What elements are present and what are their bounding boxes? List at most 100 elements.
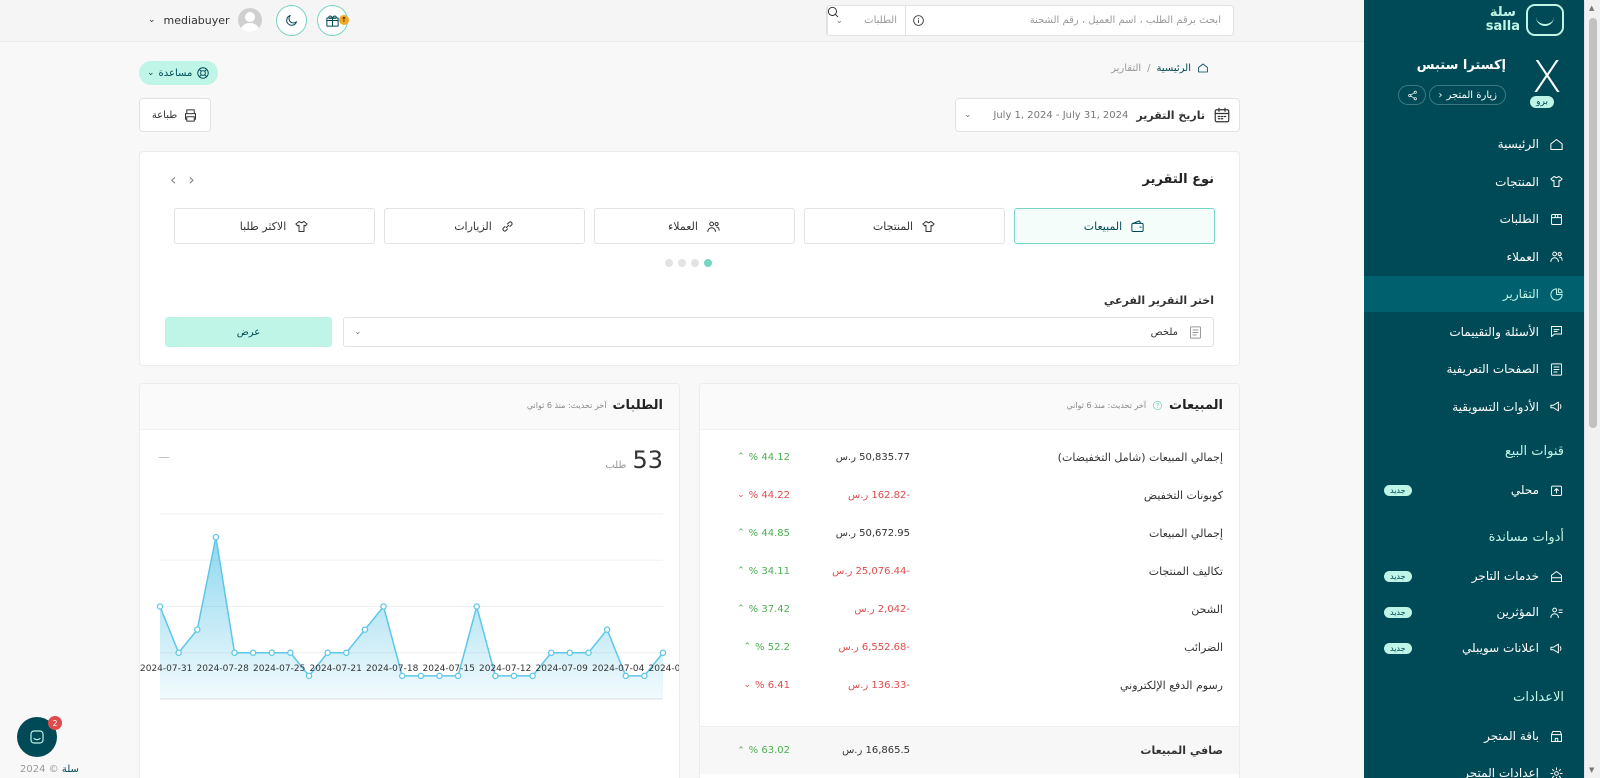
- chart-point[interactable]: [510, 672, 518, 680]
- footer-brand[interactable]: سلة: [62, 764, 79, 775]
- chart-point[interactable]: [603, 626, 611, 633]
- chart-point[interactable]: [361, 626, 369, 633]
- sidebar-item-merchant-services[interactable]: خدمات التاجر جديد: [1364, 558, 1584, 594]
- scroll-up-icon[interactable]: ▲: [1589, 4, 1594, 12]
- chart-point[interactable]: [641, 672, 648, 680]
- scroll-down-icon[interactable]: ▼: [1589, 766, 1594, 774]
- breadcrumb-home[interactable]: الرئيسية: [1157, 63, 1191, 74]
- tab-visits[interactable]: الزيارات: [384, 208, 585, 244]
- tab-products[interactable]: المنتجات: [804, 208, 1005, 244]
- print-button[interactable]: طباعة: [139, 98, 211, 132]
- chart-point[interactable]: [473, 603, 480, 610]
- sidebar-item-users[interactable]: العملاء: [1364, 239, 1584, 275]
- chart-point[interactable]: [305, 672, 313, 680]
- sidebar-item-label: المنتجات: [1495, 174, 1539, 189]
- user-menu[interactable]: ⌄ mediabuyer: [148, 8, 262, 32]
- megaphone-icon: [1549, 399, 1564, 414]
- report-date-picker[interactable]: تاريخ التقرير July 1, 2024 - July 31, 20…: [955, 98, 1240, 132]
- search-input[interactable]: ابحث برقم الطلب ، اسم العميل ، رقم الشحن…: [931, 15, 1233, 26]
- tab-most-ordered[interactable]: الاكثر طلبا: [174, 208, 375, 244]
- chart-point[interactable]: [324, 649, 331, 656]
- chart-point[interactable]: [249, 649, 257, 656]
- sub-report-select[interactable]: ملخص ⌄: [343, 317, 1214, 347]
- chart-x-tick-label: 2024-07-18: [366, 664, 419, 674]
- orders-card-head: الطلبات آخر تحديث: منذ 6 ثواني: [527, 398, 663, 413]
- info-icon[interactable]: [905, 6, 931, 35]
- sidebar-item-shirt[interactable]: المنتجات: [1364, 164, 1584, 200]
- users-icon: [706, 219, 721, 234]
- scrollbar-thumb[interactable]: [1589, 18, 1597, 428]
- sidebar-item-pages[interactable]: الصفحات التعريفية: [1364, 351, 1584, 387]
- help-circle-icon[interactable]: [1152, 400, 1163, 411]
- net-sales-value: 16,865.5 ر.س: [842, 745, 910, 756]
- sidebar-item-pie-chart[interactable]: التقارير: [1364, 276, 1584, 312]
- chart-point[interactable]: [268, 649, 276, 656]
- tab-visits-label: الزيارات: [454, 219, 492, 233]
- chart-point[interactable]: [417, 672, 425, 680]
- chart-x-tick-label: 2024-07-31: [140, 664, 193, 674]
- chart-point[interactable]: [529, 672, 536, 680]
- chart-point[interactable]: [287, 649, 294, 656]
- search-button[interactable]: [826, 5, 840, 19]
- report-type-title: نوع التقرير: [1142, 172, 1215, 187]
- sales-row-name: الشحن: [1191, 602, 1223, 616]
- sidebar-item-label: الأدوات التسويقية: [1452, 399, 1539, 414]
- sidebar-item-ads-megaphone[interactable]: اعلانات سويبلي جديد: [1364, 630, 1584, 666]
- chat-button[interactable]: 2: [17, 716, 62, 757]
- carousel-dot[interactable]: [678, 259, 686, 267]
- dark-mode-button[interactable]: [276, 5, 307, 36]
- sidebar-item-label: التقارير: [1502, 287, 1539, 301]
- page-scrollbar[interactable]: ▲ ▼: [1584, 0, 1600, 778]
- sidebar-item-home[interactable]: الرئيسية: [1364, 126, 1584, 162]
- carousel-dot[interactable]: [665, 259, 673, 267]
- chart-point[interactable]: [566, 649, 574, 656]
- chart-point[interactable]: [156, 603, 164, 610]
- tab-sales[interactable]: المبيعات: [1014, 208, 1215, 244]
- chevron-left-icon[interactable]: ‹: [170, 170, 176, 189]
- sidebar-item-store-plan[interactable]: باقة المتجر: [1364, 718, 1584, 754]
- sidebar-item-settings-gear[interactable]: إعدادات المتجر: [1364, 755, 1584, 778]
- chart-point[interactable]: [194, 626, 201, 633]
- show-report-button[interactable]: عرض: [165, 317, 332, 347]
- search-scope-label: الطلبات: [864, 15, 897, 26]
- sales-row-change: 44.85 % ⌃: [700, 528, 790, 539]
- chart-point[interactable]: [398, 672, 406, 680]
- carousel-dot-active[interactable]: [704, 259, 712, 267]
- chart-point[interactable]: [436, 672, 443, 680]
- chart-point[interactable]: [492, 672, 499, 680]
- gift-button[interactable]: ↑: [317, 5, 349, 36]
- salla-logo[interactable]: سلة salla: [1486, 4, 1564, 36]
- sidebar-item-label: العملاء: [1506, 249, 1539, 264]
- tab-customers[interactable]: العملاء: [594, 208, 795, 244]
- chart-point[interactable]: [454, 672, 462, 680]
- sales-row: إجمالي المبيعات 50,672.95 ر.س 44.85 % ⌃: [700, 514, 1239, 552]
- chart-point[interactable]: [622, 672, 629, 680]
- carousel-dot[interactable]: [691, 259, 699, 267]
- chart-point[interactable]: [585, 649, 592, 656]
- sales-row-change-value: 44.22 %: [748, 489, 790, 501]
- sales-row: كوبونات التخفيض -162.82 ر.س 44.22 % ⌄: [700, 476, 1239, 514]
- help-button[interactable]: ⌄ مساعدة: [139, 61, 219, 85]
- chart-point[interactable]: [547, 649, 555, 656]
- chevron-right-icon[interactable]: ›: [188, 170, 194, 189]
- influencers-icon: [1549, 605, 1564, 620]
- chart-point[interactable]: [231, 649, 238, 656]
- chart-point[interactable]: [659, 649, 667, 656]
- sidebar-item-label: الصفحات التعريفية: [1446, 362, 1539, 376]
- chart-point[interactable]: [343, 649, 350, 656]
- sidebar-item-influencers[interactable]: المؤثرين جديد: [1364, 594, 1584, 630]
- net-sales-change: 63.02 % ⌃: [700, 745, 790, 756]
- pages-icon: [1549, 362, 1564, 377]
- sidebar-item-orders-box[interactable]: الطلبات: [1364, 201, 1584, 237]
- visit-store-button[interactable]: زيارة المتجر ‹: [1429, 85, 1506, 105]
- chart-point[interactable]: [380, 603, 387, 610]
- sidebar-item-label: إعدادات المتجر: [1463, 766, 1539, 778]
- sidebar-item-store[interactable]: محلي جديد: [1364, 472, 1584, 508]
- sidebar-item-chat-review[interactable]: الأسئلة والتقييمات: [1364, 314, 1584, 350]
- search-bar[interactable]: ابحث برقم الطلب ، اسم العميل ، رقم الشحن…: [826, 5, 1234, 36]
- sidebar-item-megaphone[interactable]: الأدوات التسويقية: [1364, 389, 1584, 425]
- share-button[interactable]: [1398, 85, 1426, 105]
- chart-point[interactable]: [212, 533, 220, 541]
- chart-point[interactable]: [175, 649, 182, 656]
- sales-row-value: -25,076.44 ر.س: [832, 565, 910, 577]
